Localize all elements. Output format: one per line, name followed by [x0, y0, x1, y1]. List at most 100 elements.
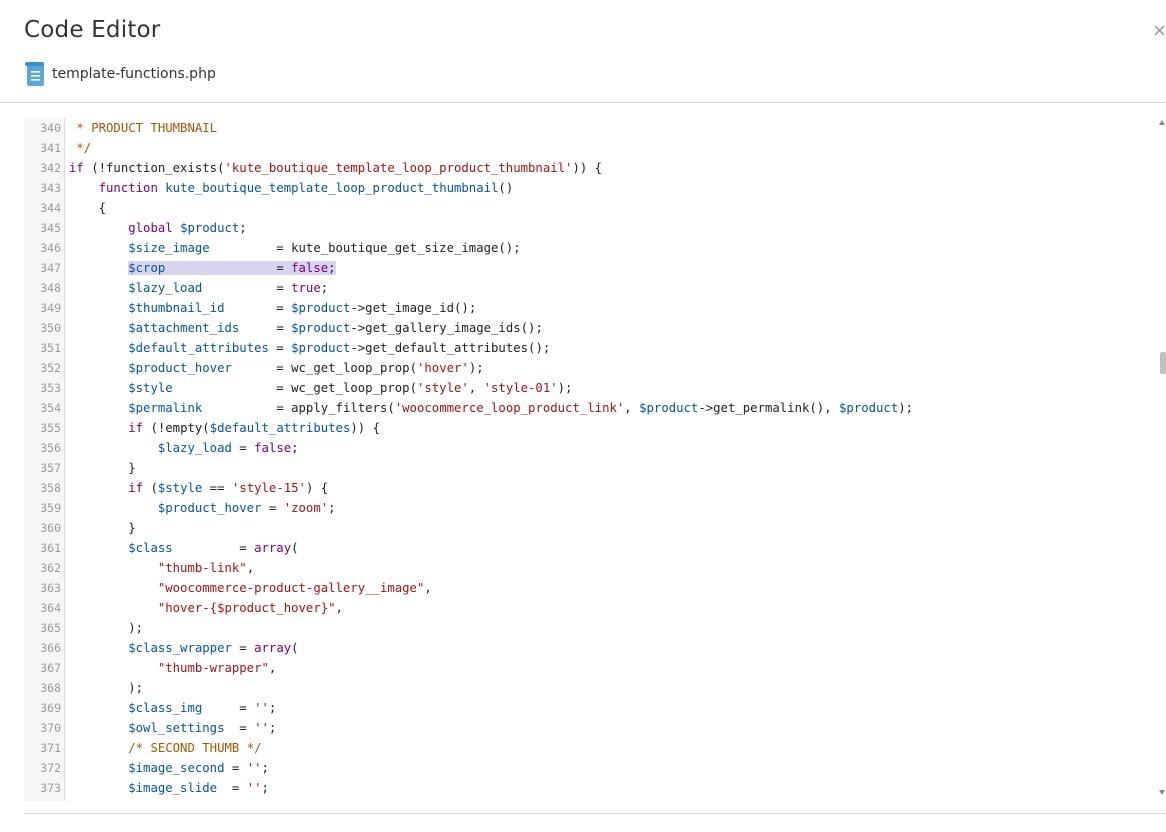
code-text[interactable]: if ($style == 'style-15') {	[69, 478, 328, 498]
code-line[interactable]: 355 if (!empty($default_attributes)) {	[24, 418, 1158, 438]
code-line[interactable]: 367 "thumb-wrapper",	[24, 658, 1158, 678]
code-line[interactable]: 372 $image_second = '';	[24, 758, 1158, 778]
code-lines[interactable]: 340 * PRODUCT THUMBNAIL 341 */342 if (!fun…	[24, 118, 1158, 798]
code-line[interactable]: 342 if (!function_exists('kute_boutique_t…	[24, 158, 1158, 178]
close-icon[interactable]: ×	[1152, 22, 1166, 40]
scrollbar-thumb[interactable]	[1160, 352, 1166, 374]
code-line[interactable]: 371 /* SECOND THUMB */	[24, 738, 1158, 758]
code-line[interactable]: 350 $attachment_ids = $product->get_gall…	[24, 318, 1158, 338]
code-line[interactable]: 363 "woocommerce-product-gallery__image"…	[24, 578, 1158, 598]
code-token-var: $lazy_load	[128, 281, 203, 295]
code-line[interactable]: 353 $style = wc_get_loop_prop('style', '…	[24, 378, 1158, 398]
code-text[interactable]: "woocommerce-product-gallery__image",	[69, 578, 432, 598]
vertical-scrollbar[interactable]	[1158, 118, 1166, 801]
code-line[interactable]: 373 $image_slide = '';	[24, 778, 1158, 798]
code-text[interactable]: * PRODUCT THUMBNAIL	[69, 118, 217, 138]
code-text[interactable]: );	[69, 618, 143, 638]
code-line[interactable]: 368 );	[24, 678, 1158, 698]
code-text[interactable]: $lazy_load = false;	[69, 438, 299, 458]
code-text[interactable]: "hover-{$product_hover}",	[69, 598, 343, 618]
code-text[interactable]: "thumb-wrapper",	[69, 658, 276, 678]
code-line[interactable]: 359 $product_hover = 'zoom';	[24, 498, 1158, 518]
code-line[interactable]: 369 $class_img = '';	[24, 698, 1158, 718]
code-line[interactable]: 343 function kute_boutique_template_loop…	[24, 178, 1158, 198]
code-text[interactable]: if (!empty($default_attributes)) {	[69, 418, 380, 438]
code-text[interactable]: function kute_boutique_template_loop_pro…	[69, 178, 514, 198]
code-token-plain: ;	[328, 501, 336, 515]
code-text[interactable]: $product_hover = wc_get_loop_prop('hover…	[69, 358, 483, 378]
code-token-plain: =	[231, 641, 255, 655]
line-number: 348	[40, 281, 61, 295]
code-line[interactable]: 349 $thumbnail_id = $product->get_image_…	[24, 298, 1158, 318]
code-token-str: 'zoom'	[283, 501, 329, 515]
code-line[interactable]: 370 $owl_settings = '';	[24, 718, 1158, 738]
code-line[interactable]: 365 );	[24, 618, 1158, 638]
code-line[interactable]: 358 if ($style == 'style-15') {	[24, 478, 1158, 498]
code-token-plain: =	[239, 321, 292, 335]
code-text[interactable]: $image_slide = '';	[69, 778, 269, 798]
code-text[interactable]: $product_hover = 'zoom';	[69, 498, 336, 518]
code-line[interactable]: 361 $class = array(	[24, 538, 1158, 558]
code-text[interactable]: $owl_settings = '';	[69, 718, 276, 738]
code-text[interactable]: $class = array(	[69, 538, 298, 558]
line-number: 360	[40, 521, 61, 535]
code-token-var: $thumbnail_id	[128, 301, 225, 315]
code-line[interactable]: 352 $product_hover = wc_get_loop_prop('h…	[24, 358, 1158, 378]
code-line[interactable]: 362 "thumb-link",	[24, 558, 1158, 578]
scroll-up-arrow-icon[interactable]	[1159, 120, 1165, 125]
code-text[interactable]: $style = wc_get_loop_prop('style', 'styl…	[69, 378, 572, 398]
code-line[interactable]: 348 $lazy_load = true;	[24, 278, 1158, 298]
code-text[interactable]: $size_image = kute_boutique_get_size_ima…	[69, 238, 520, 258]
scroll-down-arrow-icon[interactable]	[1159, 790, 1165, 795]
code-line[interactable]: 366 $class_wrapper = array(	[24, 638, 1158, 658]
code-text[interactable]: "thumb-link",	[69, 558, 254, 578]
code-token-plain: ;	[268, 721, 277, 735]
code-line[interactable]: 351 $default_attributes = $product->get_…	[24, 338, 1158, 358]
code-text[interactable]: $lazy_load = true;	[69, 278, 328, 298]
code-line[interactable]: 364 "hover-{$product_hover}",	[24, 598, 1158, 618]
code-line[interactable]: 347 $crop = false;	[24, 258, 1158, 278]
code-text[interactable]: $class_img = '';	[69, 698, 276, 718]
code-token-plain: ,	[335, 601, 343, 615]
code-text[interactable]: $default_attributes = $product->get_defa…	[69, 338, 550, 358]
code-line[interactable]: 346 $size_image = kute_boutique_get_size…	[24, 238, 1158, 258]
code-token-plain: =	[172, 541, 255, 555]
code-token-plain: =	[202, 281, 292, 295]
code-text[interactable]: $thumbnail_id = $product->get_image_id()…	[69, 298, 476, 318]
code-text[interactable]: );	[69, 678, 143, 698]
code-text[interactable]: /* SECOND THUMB */	[69, 738, 261, 758]
code-text[interactable]: global $product;	[69, 218, 246, 238]
code-text[interactable]: {	[69, 198, 106, 218]
code-line[interactable]: 356 $lazy_load = false;	[24, 438, 1158, 458]
code-line[interactable]: 354 $permalink = apply_filters('woocomme…	[24, 398, 1158, 418]
code-line[interactable]: 345 global $product;	[24, 218, 1158, 238]
line-number: 351	[40, 341, 61, 355]
line-number: 368	[40, 681, 61, 695]
code-line[interactable]: 344 {	[24, 198, 1158, 218]
code-text[interactable]: if (!function_exists('kute_boutique_temp…	[69, 158, 602, 178]
code-text[interactable]: */	[69, 138, 91, 158]
code-editor[interactable]: 340 * PRODUCT THUMBNAIL 341 */342 if (!fun…	[24, 118, 1158, 801]
code-token-plain: =	[224, 301, 292, 315]
code-text[interactable]: $attachment_ids = $product->get_gallery_…	[69, 318, 543, 338]
line-number: 355	[40, 421, 61, 435]
code-text[interactable]: }	[69, 518, 135, 538]
code-token-kw: false	[291, 261, 329, 275]
code-line[interactable]: 357 }	[24, 458, 1158, 478]
code-text[interactable]: $crop = false;	[69, 258, 336, 278]
code-token-plain: ->get_default_attributes();	[350, 341, 551, 355]
code-text[interactable]: $class_wrapper = array(	[69, 638, 298, 658]
code-token-var: $product	[839, 401, 899, 415]
footer-divider	[24, 813, 1166, 814]
code-line[interactable]: 340 * PRODUCT THUMBNAIL	[24, 118, 1158, 138]
code-text[interactable]: $permalink = apply_filters('woocommerce_…	[69, 398, 913, 418]
code-text[interactable]: }	[69, 458, 135, 478]
code-line[interactable]: 360 }	[24, 518, 1158, 538]
code-line[interactable]: 341 */	[24, 138, 1158, 158]
code-token-var: $image_second	[128, 761, 225, 775]
code-text[interactable]: $image_second = '';	[69, 758, 269, 778]
